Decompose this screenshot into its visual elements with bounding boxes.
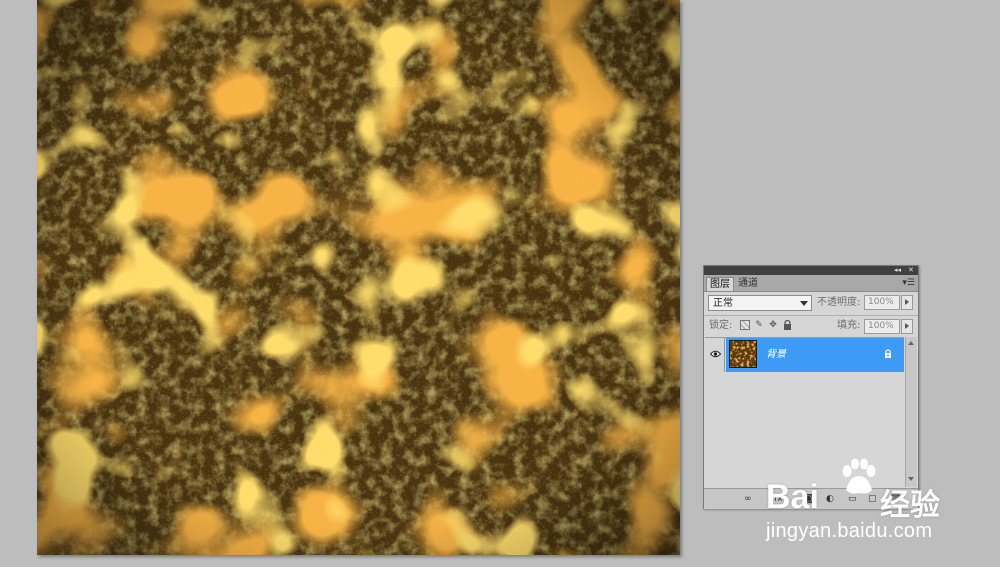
baidu-jingyan-watermark: Bai 经验 jingyan.baidu.com bbox=[762, 458, 962, 548]
eye-icon bbox=[710, 350, 721, 358]
layer-row[interactable]: 背景 bbox=[705, 338, 904, 372]
watermark-url: jingyan.baidu.com bbox=[766, 520, 933, 542]
visibility-toggle[interactable] bbox=[705, 338, 725, 372]
opacity-input[interactable]: 100% bbox=[864, 295, 900, 310]
fill-slider-button[interactable] bbox=[901, 319, 913, 334]
fill-input[interactable]: 100% bbox=[864, 319, 900, 334]
tab-channels[interactable]: 通道 bbox=[735, 277, 761, 291]
layer-item-background[interactable]: 背景 bbox=[726, 338, 904, 372]
document-canvas[interactable] bbox=[37, 0, 680, 555]
lock-move-icon[interactable]: ✥ bbox=[768, 320, 778, 330]
lock-transparent-icon[interactable] bbox=[740, 320, 750, 330]
opacity-slider-button[interactable] bbox=[901, 295, 913, 310]
watermark-brand-cn: 经验 bbox=[880, 489, 940, 522]
watermark-brand-latin: Bai bbox=[766, 478, 819, 516]
panel-divider bbox=[704, 315, 918, 316]
link-layers-icon[interactable]: ∞ bbox=[744, 494, 752, 504]
panel-titlebar[interactable]: ◂◂ ✕ bbox=[704, 266, 918, 275]
lock-label: 锁定: bbox=[709, 320, 733, 331]
tab-layers[interactable]: 图层 bbox=[706, 277, 734, 291]
layer-name: 背景 bbox=[766, 349, 786, 360]
lock-all-icon[interactable] bbox=[782, 319, 792, 330]
lock-paint-icon[interactable]: ✎ bbox=[754, 320, 764, 330]
blend-opacity-row: 正常 不透明度: 100% bbox=[704, 293, 918, 315]
blend-mode-select[interactable]: 正常 bbox=[708, 295, 812, 311]
panel-menu-icon[interactable]: ▾☰ bbox=[902, 278, 915, 288]
close-icon[interactable]: ✕ bbox=[908, 266, 914, 275]
lock-fill-row: 锁定: ✎ ✥ 填充: 100% bbox=[704, 317, 918, 337]
lava-texture-image bbox=[37, 0, 680, 555]
fill-label: 填充: bbox=[837, 320, 861, 331]
layer-thumbnail bbox=[729, 340, 757, 368]
lock-icon bbox=[885, 349, 891, 358]
chevron-down-icon bbox=[800, 301, 808, 306]
panel-tabs: 图层 通道 ▾☰ bbox=[704, 275, 918, 292]
paw-logo-icon bbox=[842, 458, 876, 494]
blend-mode-value: 正常 bbox=[713, 298, 733, 309]
opacity-label: 不透明度: bbox=[817, 297, 861, 308]
scroll-up-icon[interactable] bbox=[908, 341, 914, 345]
double-chevron-icon[interactable]: ◂◂ bbox=[894, 266, 901, 275]
